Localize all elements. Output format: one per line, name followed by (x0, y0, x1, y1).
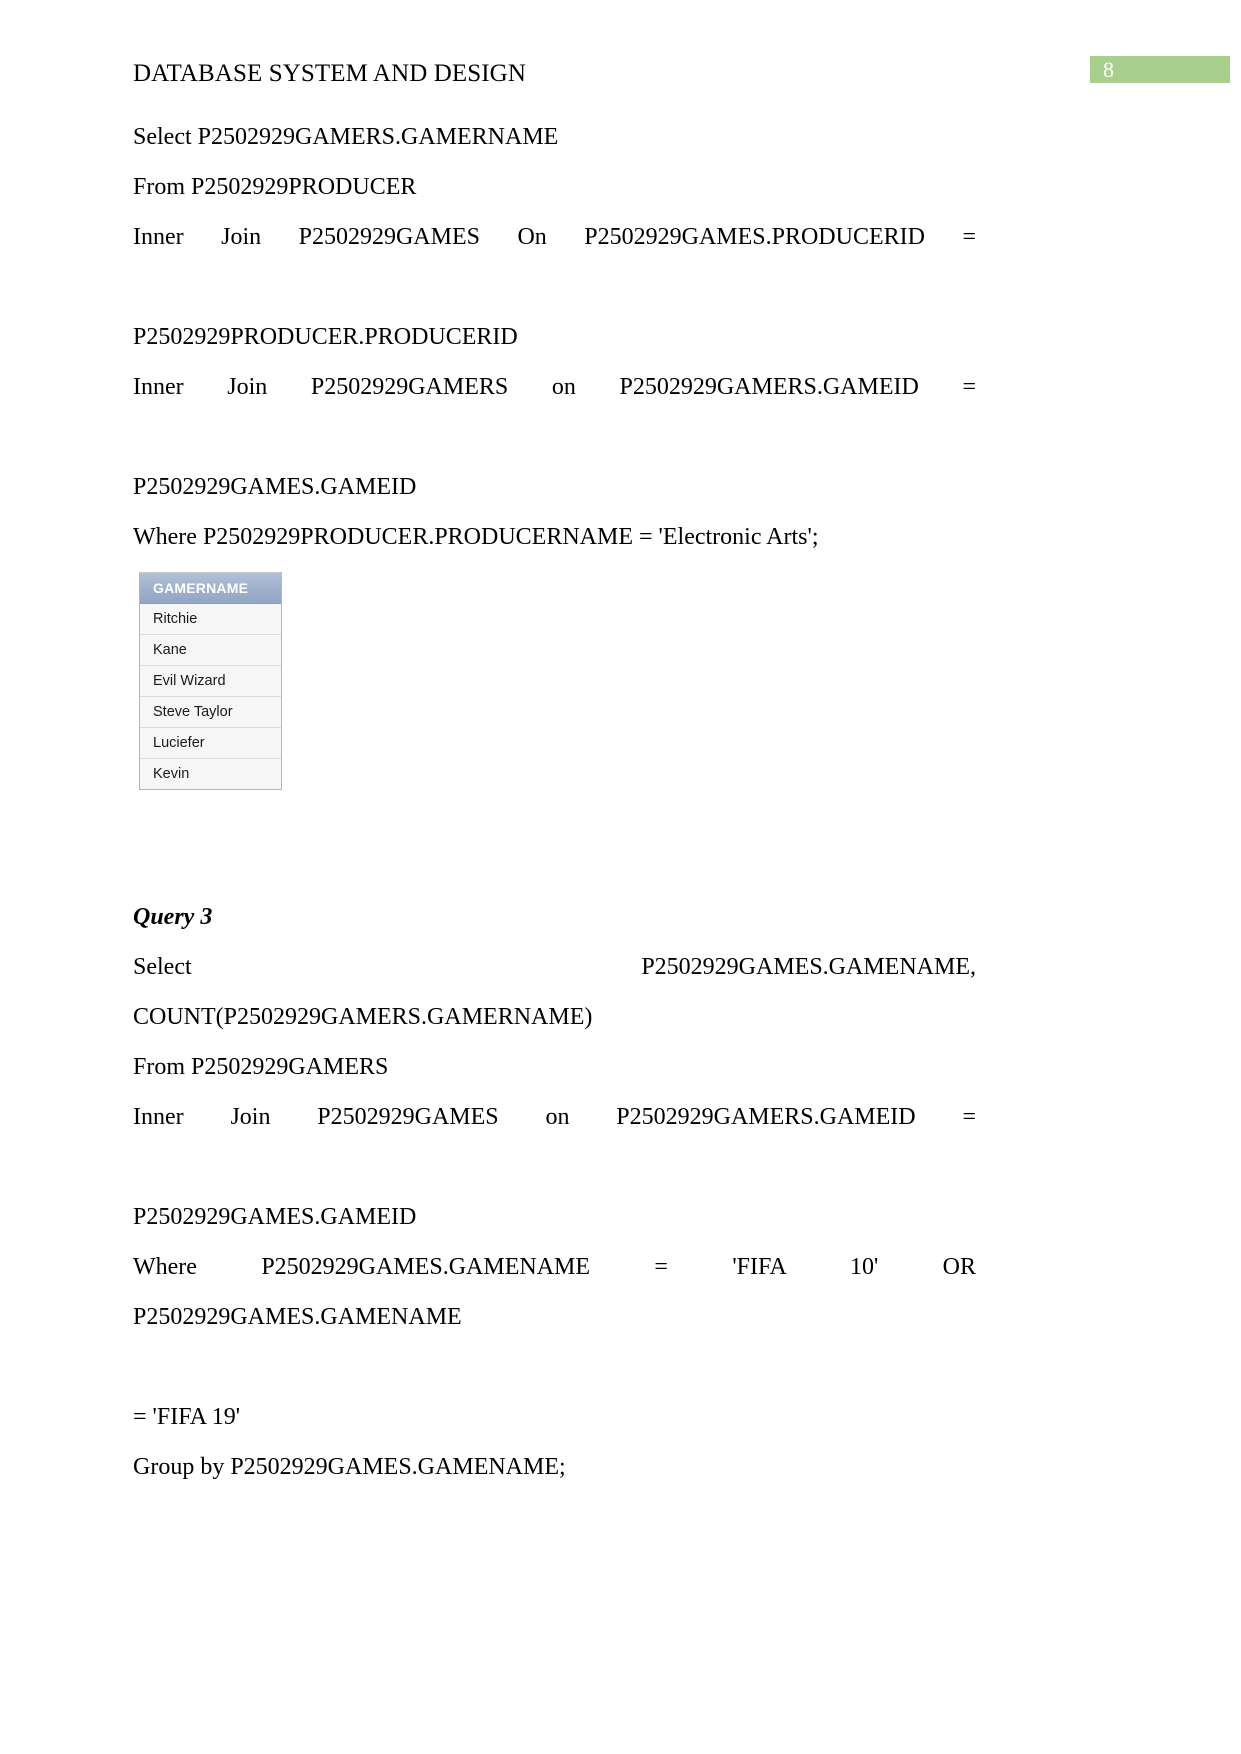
table-row[interactable]: Ritchie (140, 603, 281, 635)
table-row[interactable]: Evil Wizard (140, 665, 281, 697)
cell-gamername: Kevin (140, 758, 281, 789)
query2-line-where: Where P2502929PRODUCER.PRODUCERNAME = 'E… (133, 523, 819, 550)
query2-line-innerjoin-2-cont: P2502929GAMES.GAMEID (133, 473, 417, 500)
cell-gamername: Ritchie (140, 603, 281, 635)
cell-gamername: Luciefer (140, 727, 281, 759)
query2-line-innerjoin-2: Inner Join P2502929GAMERS on P2502929GAM… (133, 373, 976, 400)
result-table-head: GAMERNAME (140, 573, 281, 604)
query3-line-innerjoin-cont: P2502929GAMES.GAMEID (133, 1203, 417, 1230)
result-table: GAMERNAME Ritchie Kane Evil Wizard Steve… (140, 573, 281, 789)
table-row[interactable]: Kane (140, 634, 281, 666)
query3-line-from: From P2502929GAMERS (133, 1053, 389, 1080)
query3-line-select: Select P2502929GAMES.GAMENAME, COUNT(P25… (133, 953, 976, 1030)
query2-line-select: Select P2502929GAMERS.GAMERNAME (133, 123, 559, 150)
result-table-body: Ritchie Kane Evil Wizard Steve Taylor Lu… (140, 603, 281, 789)
query3-line-innerjoin: Inner Join P2502929GAMES on P2502929GAME… (133, 1103, 976, 1130)
cell-gamername: Steve Taylor (140, 696, 281, 728)
document-page: 8 DATABASE SYSTEM AND DESIGN Select P250… (0, 0, 1241, 1754)
query2-line-innerjoin-1: Inner Join P2502929GAMES On P2502929GAME… (133, 223, 976, 250)
query2-result-grid: GAMERNAME Ritchie Kane Evil Wizard Steve… (139, 572, 282, 790)
cell-gamername: Kane (140, 634, 281, 666)
table-row[interactable]: Luciefer (140, 727, 281, 759)
query2-line-from: From P2502929PRODUCER (133, 173, 417, 200)
column-header-gamername[interactable]: GAMERNAME (140, 573, 281, 604)
query3-heading: Query 3 (133, 903, 213, 930)
cell-gamername: Evil Wizard (140, 665, 281, 697)
table-row[interactable]: Kevin (140, 758, 281, 789)
table-row[interactable]: Steve Taylor (140, 696, 281, 728)
query3-line-where-cont: = 'FIFA 19' (133, 1403, 241, 1430)
page-title: DATABASE SYSTEM AND DESIGN (133, 60, 526, 87)
page-number-badge: 8 (1090, 56, 1230, 83)
query2-line-innerjoin-1-cont: P2502929PRODUCER.PRODUCERID (133, 323, 518, 350)
result-table-header-row: GAMERNAME (140, 573, 281, 604)
query3-line-where: Where P2502929GAMES.GAMENAME = 'FIFA 10'… (133, 1253, 976, 1330)
query3-line-groupby: Group by P2502929GAMES.GAMENAME; (133, 1453, 566, 1480)
